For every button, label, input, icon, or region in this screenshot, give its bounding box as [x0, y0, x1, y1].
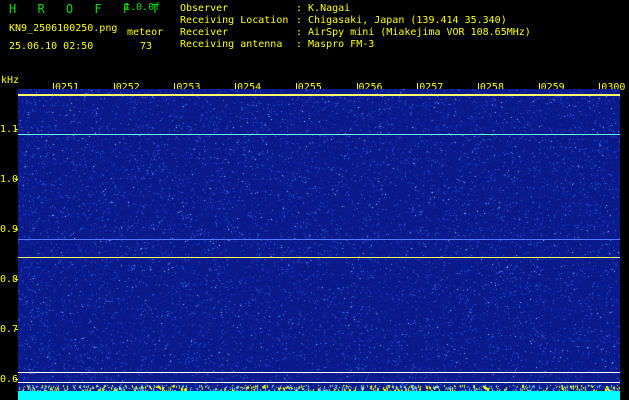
receiver-key: Receiver: [180, 27, 229, 38]
trace-line: [18, 256, 620, 258]
location-key: Receiving Location: [180, 15, 289, 26]
spectrogram-bottom-band: [18, 391, 620, 400]
spectrogram-noise: [18, 89, 620, 400]
spectrogram-plot: [18, 89, 620, 400]
y-axis-unit: kHz: [1, 75, 20, 86]
meteor-count: 73: [140, 41, 153, 52]
trace-line: [18, 239, 620, 240]
meteor-label: meteor: [127, 27, 164, 38]
observer-key: Observer: [180, 3, 229, 14]
receiver-value: : AirSpy mini (Miakejima VOR 108.65MHz): [296, 27, 531, 38]
hrofft-window: H R O F F T 1.0.0f KN9_2506100250.png me…: [0, 0, 629, 400]
antenna-value: : Maspro FM-3: [296, 39, 375, 50]
trace-line: [18, 381, 620, 383]
trace-line: [18, 371, 620, 373]
datetime-label: 25.06.10 02:50: [9, 41, 94, 52]
observer-value: : K.Nagai: [296, 3, 351, 14]
filename-label: KN9_2506100250.png: [9, 23, 118, 34]
antenna-key: Receiving antenna: [180, 39, 283, 50]
trace-line: [18, 94, 620, 96]
version-label: 1.0.0f: [124, 2, 161, 13]
location-value: : Chigasaki, Japan (139.414 35.340): [296, 15, 507, 26]
trace-line: [18, 134, 620, 135]
